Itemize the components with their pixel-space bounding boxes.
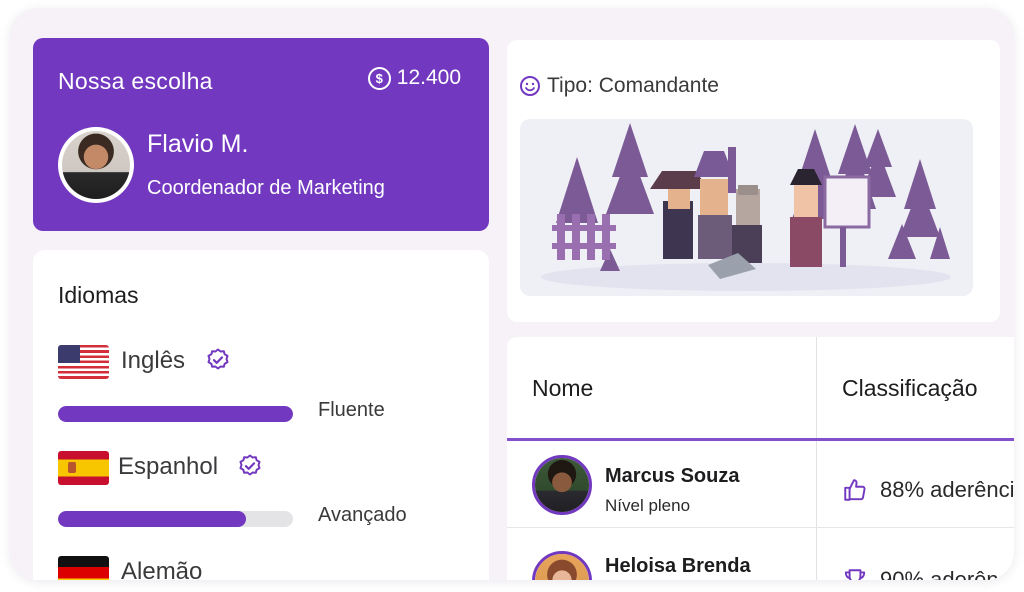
commander-illustration xyxy=(520,119,973,296)
app-frame: Nossa escolha $ 12.400 Flavio M. Coorden… xyxy=(10,8,1014,580)
us-flag-icon xyxy=(58,345,109,379)
germany-flag-icon xyxy=(58,556,109,580)
personality-card: Tipo: Comandante xyxy=(507,40,1000,322)
column-header-name[interactable]: Nome xyxy=(532,375,593,402)
candidate-role: Coordenador de Marketing xyxy=(147,177,385,199)
thumbs-up-icon xyxy=(844,479,866,501)
personality-label: Tipo: Comandante xyxy=(547,74,719,97)
rating-value: 88% aderência xyxy=(880,477,1014,502)
dollar-coin-icon: $ xyxy=(367,66,391,90)
spain-flag-icon xyxy=(58,451,109,485)
language-name: Alemão xyxy=(121,558,203,580)
salary-amount: $ 12.400 xyxy=(367,66,461,90)
proficiency-fill xyxy=(58,511,246,527)
candidates-table: Nome Classificação Marcus Souza Nível pl… xyxy=(507,337,1014,580)
proficiency-fill xyxy=(58,406,293,422)
avatar xyxy=(58,127,134,203)
table-row[interactable]: Marcus Souza Nível pleno 88% aderência xyxy=(507,441,1014,529)
person-name: Heloisa Brenda xyxy=(605,555,751,577)
person-name: Marcus Souza xyxy=(605,465,740,487)
rating-value: 90% aderência xyxy=(880,567,1014,580)
candidate-name: Flavio M. xyxy=(147,130,249,158)
proficiency-level: Fluente xyxy=(318,399,385,421)
proficiency-bar xyxy=(58,511,293,527)
column-header-rating[interactable]: Classificação xyxy=(842,375,978,402)
language-name: Espanhol xyxy=(118,453,219,480)
trophy-icon xyxy=(844,569,866,580)
verified-badge-icon xyxy=(207,348,229,370)
proficiency-bar xyxy=(58,406,293,422)
featured-candidate-card[interactable]: Nossa escolha $ 12.400 Flavio M. Coorden… xyxy=(33,38,489,231)
avatar xyxy=(532,551,592,580)
language-name: Inglês xyxy=(121,347,186,374)
illustration-image xyxy=(541,123,951,291)
avatar xyxy=(532,455,592,515)
languages-heading: Idiomas xyxy=(58,282,139,308)
rating-cell: 88% aderência xyxy=(842,477,1014,503)
verified-badge-icon xyxy=(239,454,261,476)
smiley-icon xyxy=(520,76,540,96)
rating-cell: 90% aderência xyxy=(842,567,1014,580)
table-row[interactable]: Heloisa Brenda 90% aderência xyxy=(507,529,1014,580)
card-title: Nossa escolha xyxy=(58,68,213,94)
proficiency-level: Avançado xyxy=(318,504,407,526)
row-divider xyxy=(507,527,1014,528)
amount-value: 12.400 xyxy=(396,66,461,89)
languages-card: Idiomas Inglês Fluente Espanhol Avançado… xyxy=(33,250,489,580)
personality-type: Tipo: Comandante xyxy=(519,74,719,98)
person-level: Nível pleno xyxy=(605,496,691,515)
